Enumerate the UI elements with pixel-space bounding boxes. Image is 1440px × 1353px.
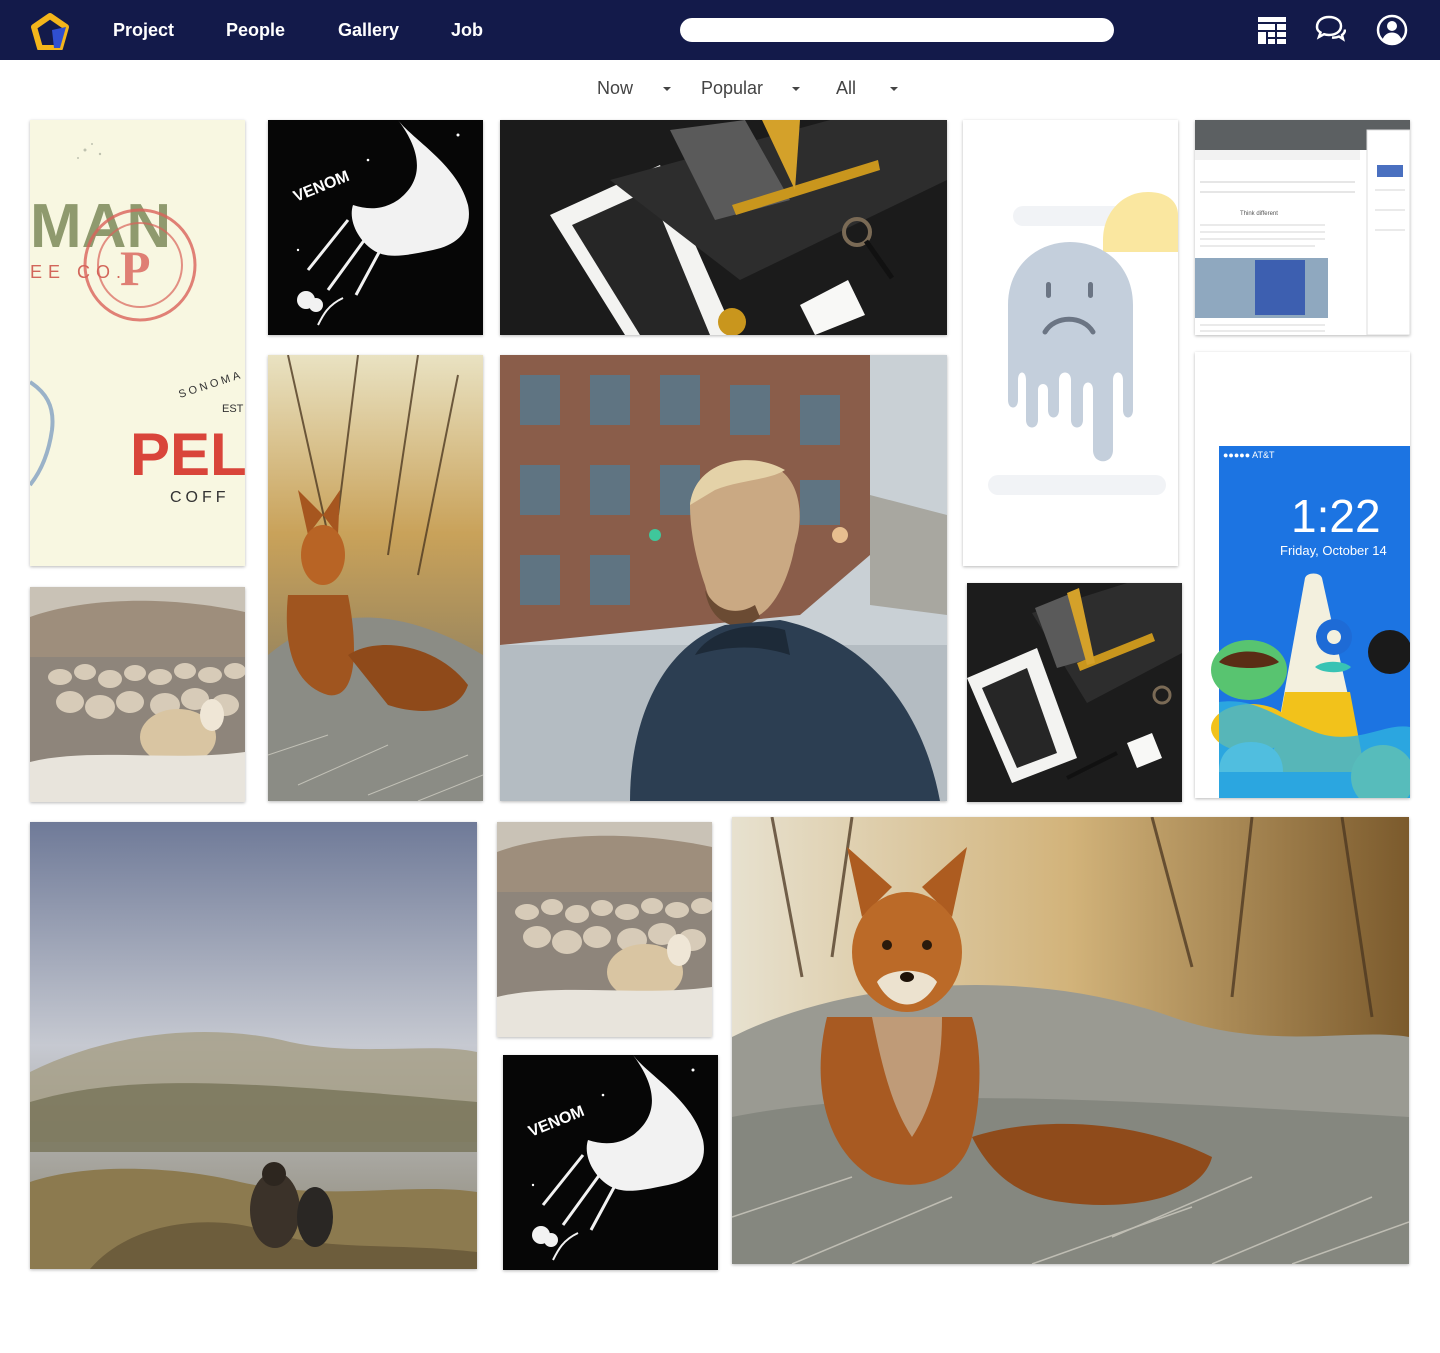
filter-category-dropdown[interactable]: All bbox=[836, 76, 856, 100]
gallery-item-hiker-mountain[interactable] bbox=[30, 822, 477, 1269]
svg-text:PEL: PEL bbox=[130, 421, 245, 488]
top-navigation-bar: Project People Gallery Job bbox=[0, 0, 1440, 60]
svg-text:COFF: COFF bbox=[170, 489, 230, 506]
gallery-item-venom-art-2[interactable]: VENOM bbox=[503, 1055, 718, 1270]
chevron-down-icon[interactable] bbox=[890, 87, 898, 91]
filter-sort-dropdown[interactable]: Popular bbox=[701, 76, 763, 100]
gallery-item-sheep-flock-2[interactable] bbox=[497, 822, 712, 1037]
svg-text:EST: EST bbox=[222, 403, 244, 415]
chat-icon[interactable] bbox=[1314, 14, 1346, 46]
nav-project[interactable]: Project bbox=[113, 18, 174, 42]
gallery-item-website-mockup[interactable]: Think different bbox=[1195, 120, 1410, 335]
brand-logo[interactable] bbox=[30, 12, 70, 50]
gallery-item-stationery-branding[interactable] bbox=[500, 120, 947, 335]
chevron-down-icon[interactable] bbox=[663, 87, 671, 91]
svg-text:1:22: 1:22 bbox=[1291, 490, 1381, 542]
svg-text:EE CO.: EE CO. bbox=[30, 262, 127, 282]
svg-text:Think different: Think different bbox=[1240, 211, 1278, 217]
gallery-item-fox-landscape[interactable] bbox=[732, 817, 1409, 1264]
gallery-item-phone-lockscreen[interactable]: ●●●●● AT&T 1:22 Friday, October 14 bbox=[1195, 352, 1410, 798]
chevron-down-icon[interactable] bbox=[792, 87, 800, 91]
nav-job[interactable]: Job bbox=[451, 18, 483, 42]
filter-time-dropdown[interactable]: Now bbox=[597, 76, 633, 100]
gallery-item-ghost-illustration[interactable] bbox=[963, 120, 1178, 566]
gallery-item-fox-portrait[interactable] bbox=[268, 355, 483, 801]
gallery-item-man-city[interactable] bbox=[500, 355, 947, 801]
svg-text:P: P bbox=[120, 240, 151, 296]
gallery-item-coffee-brand[interactable]: MAN EE CO. P SONOMA EST PEL COFF bbox=[30, 120, 245, 566]
user-avatar-icon[interactable] bbox=[1376, 14, 1408, 46]
gallery-item-stationery-branding-small[interactable] bbox=[967, 583, 1182, 802]
nav-people[interactable]: People bbox=[226, 18, 285, 42]
layout-icon[interactable] bbox=[1256, 14, 1288, 46]
svg-text:●●●●● AT&T: ●●●●● AT&T bbox=[1223, 450, 1275, 460]
gallery-item-sheep-flock[interactable] bbox=[30, 587, 245, 802]
nav-gallery[interactable]: Gallery bbox=[338, 18, 399, 42]
gallery-item-venom-art[interactable]: VENOM bbox=[268, 120, 483, 335]
search-input[interactable] bbox=[680, 18, 1114, 42]
svg-text:Friday, October 14: Friday, October 14 bbox=[1280, 543, 1387, 558]
